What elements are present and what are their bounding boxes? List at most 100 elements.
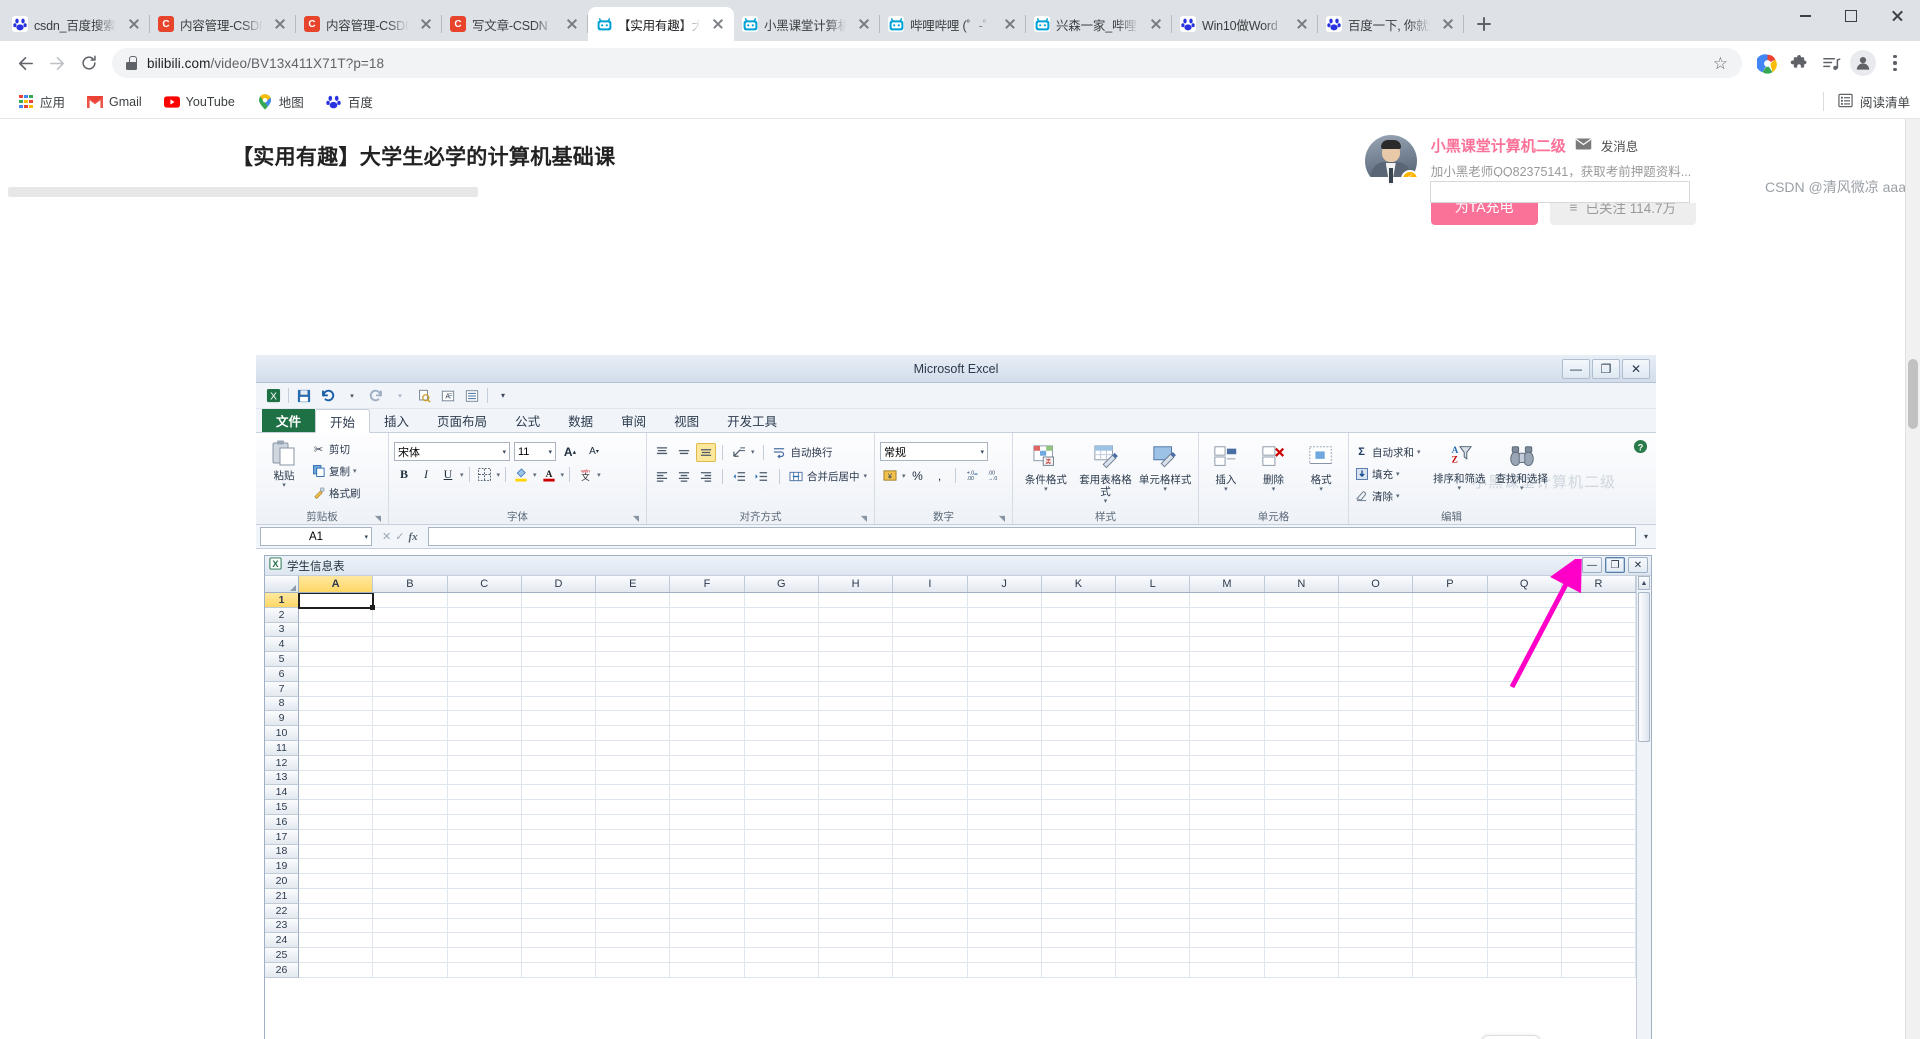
cell-J21[interactable] xyxy=(967,888,1042,904)
cell-F14[interactable] xyxy=(670,785,745,801)
insert-cells-button[interactable]: 插入 ▾ xyxy=(1204,440,1248,493)
cell-style-button[interactable]: 单元格样式 ▾ xyxy=(1137,440,1193,493)
grid-row[interactable]: 2 xyxy=(265,607,1651,623)
cell-C9[interactable] xyxy=(447,711,522,727)
row-header-21[interactable]: 21 xyxy=(265,888,299,904)
row-header-2[interactable]: 2 xyxy=(265,607,299,623)
column-header-L[interactable]: L xyxy=(1116,576,1191,592)
cell-P10[interactable] xyxy=(1413,726,1488,741)
excel-minimize-button[interactable]: — xyxy=(1562,359,1590,379)
cell-E19[interactable] xyxy=(596,859,671,875)
cell-N1[interactable] xyxy=(1264,593,1339,608)
autosum-button[interactable]: Σ 自动求和 ▾ xyxy=(1354,442,1424,462)
cell-G10[interactable] xyxy=(744,726,819,741)
sort-filter-button[interactable]: AZ 排序和筛选 ▾ xyxy=(1432,439,1486,492)
cell-G6[interactable] xyxy=(744,666,819,682)
cell-G17[interactable] xyxy=(744,829,819,845)
cell-G22[interactable] xyxy=(744,903,819,919)
column-header-J[interactable]: J xyxy=(968,576,1042,592)
row-header-3[interactable]: 3 xyxy=(265,622,299,638)
cell-H13[interactable] xyxy=(818,770,894,786)
cell-N21[interactable] xyxy=(1264,888,1339,904)
cell-E4[interactable] xyxy=(596,637,671,653)
row-header-26[interactable]: 26 xyxy=(265,962,299,978)
cell-O2[interactable] xyxy=(1338,607,1414,623)
cell-B11[interactable] xyxy=(373,740,448,756)
page-scroll-thumb[interactable] xyxy=(1908,359,1918,429)
bookmark-maps[interactable]: 地图 xyxy=(249,88,312,115)
cell-P11[interactable] xyxy=(1413,740,1488,756)
cell-G19[interactable] xyxy=(744,859,819,875)
bookmark-star-icon[interactable]: ☆ xyxy=(1713,55,1728,72)
cell-J4[interactable] xyxy=(967,637,1042,653)
chevron-down-icon[interactable]: ▾ xyxy=(364,533,368,541)
cell-K1[interactable] xyxy=(1041,593,1117,608)
grid-row[interactable]: 10 xyxy=(265,726,1651,741)
cell-G12[interactable] xyxy=(744,755,819,771)
column-header-K[interactable]: K xyxy=(1042,576,1117,592)
cell-L17[interactable] xyxy=(1116,829,1191,845)
row-header-1[interactable]: 1 xyxy=(265,593,299,608)
cell-H18[interactable] xyxy=(818,844,894,860)
cell-O6[interactable] xyxy=(1338,666,1414,682)
cell-C3[interactable] xyxy=(447,622,522,638)
cell-N9[interactable] xyxy=(1264,711,1339,727)
cell-J11[interactable] xyxy=(967,740,1042,756)
sort-icon[interactable] xyxy=(463,387,481,405)
cell-K21[interactable] xyxy=(1041,888,1117,904)
cell-D2[interactable] xyxy=(521,607,597,623)
cell-R7[interactable] xyxy=(1561,681,1637,697)
cell-M17[interactable] xyxy=(1190,829,1265,845)
cell-O21[interactable] xyxy=(1338,888,1414,904)
cell-K26[interactable] xyxy=(1041,962,1117,978)
wrap-text-button[interactable]: 自动换行 xyxy=(772,442,833,462)
ribbon-tab-insert[interactable]: 插入 xyxy=(370,409,423,432)
cell-O14[interactable] xyxy=(1338,785,1414,801)
cell-E15[interactable] xyxy=(596,800,671,815)
cell-P4[interactable] xyxy=(1413,637,1488,653)
table-style-button[interactable]: 套用表格格式 ▾ xyxy=(1078,440,1134,505)
chevron-down-icon[interactable]: ▾ xyxy=(1224,486,1228,493)
chevron-down-icon[interactable]: ▾ xyxy=(502,448,506,456)
cell-N16[interactable] xyxy=(1264,814,1339,830)
cell-Q4[interactable] xyxy=(1487,637,1562,653)
comma-format-button[interactable]: , xyxy=(930,466,950,485)
cell-G2[interactable] xyxy=(744,607,819,623)
chevron-down-icon[interactable]: ▾ xyxy=(497,471,501,479)
cell-E16[interactable] xyxy=(596,814,671,830)
accounting-format-button[interactable]: ¥ xyxy=(880,466,900,485)
row-header-17[interactable]: 17 xyxy=(265,829,299,845)
scroll-thumb[interactable] xyxy=(1638,592,1650,742)
cell-H17[interactable] xyxy=(818,829,894,845)
cell-N23[interactable] xyxy=(1264,918,1339,934)
grid-row[interactable]: 21 xyxy=(265,888,1651,904)
chevron-down-icon[interactable]: ▾ xyxy=(533,471,537,479)
cell-A7[interactable] xyxy=(299,681,374,697)
browser-tab[interactable]: C 写文章-CSDN xyxy=(442,7,588,41)
ribbon-tab-developer[interactable]: 开发工具 xyxy=(713,409,791,432)
cell-K8[interactable] xyxy=(1041,696,1117,712)
cell-L18[interactable] xyxy=(1116,844,1191,860)
cell-B9[interactable] xyxy=(373,711,448,727)
grid-row[interactable]: 6 xyxy=(265,666,1651,682)
cell-F18[interactable] xyxy=(670,844,745,860)
delete-cells-button[interactable]: 删除 ▾ xyxy=(1252,440,1296,493)
cell-L2[interactable] xyxy=(1116,607,1191,623)
grid-row[interactable]: 9 xyxy=(265,711,1651,727)
cell-D16[interactable] xyxy=(521,814,597,830)
cell-D20[interactable] xyxy=(521,874,597,889)
grid-row[interactable]: 14 xyxy=(265,785,1651,801)
cell-I23[interactable] xyxy=(893,918,968,934)
cell-H26[interactable] xyxy=(818,962,894,978)
bold-button[interactable]: B xyxy=(394,465,414,484)
cell-J5[interactable] xyxy=(967,652,1042,667)
cell-M19[interactable] xyxy=(1190,859,1265,875)
cell-G7[interactable] xyxy=(744,681,819,697)
cell-H21[interactable] xyxy=(818,888,894,904)
cell-G25[interactable] xyxy=(744,948,819,963)
cell-C21[interactable] xyxy=(447,888,522,904)
music-list-icon[interactable] xyxy=(1816,48,1846,78)
cell-D17[interactable] xyxy=(521,829,597,845)
cell-A8[interactable] xyxy=(299,696,374,712)
row-header-19[interactable]: 19 xyxy=(265,859,299,875)
